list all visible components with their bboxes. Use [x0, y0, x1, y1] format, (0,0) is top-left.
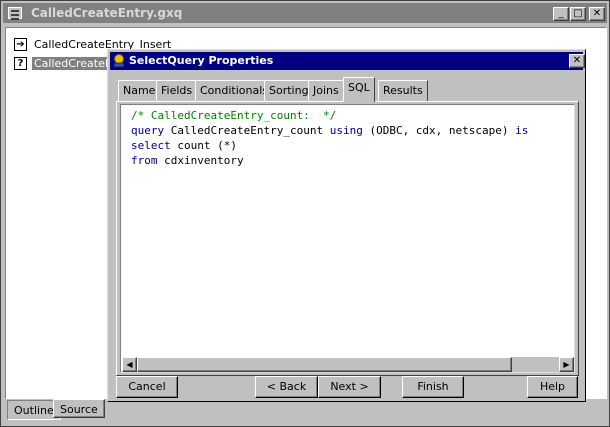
dialog-close-button[interactable]: ✕	[569, 54, 585, 68]
next-button[interactable]: Next >	[318, 376, 381, 398]
tab-fields[interactable]: Fields	[156, 80, 198, 101]
select-query-properties-dialog: SelectQuery Properties ✕ Name Fields Con…	[107, 49, 586, 402]
window-title: CalledCreateEntry.gxq	[31, 6, 183, 20]
sql-keyword-from: from	[131, 154, 158, 167]
maximize-button[interactable]: □	[570, 7, 586, 21]
back-button[interactable]: < Back	[255, 376, 318, 398]
finish-button[interactable]: Finish	[402, 376, 464, 398]
sql-keyword-is: is	[515, 124, 529, 137]
tab-name[interactable]: Name	[118, 80, 161, 101]
tree-item-count[interactable]: ? CalledCreateEn	[14, 55, 121, 71]
sql-select-expr: count (*)	[170, 139, 237, 152]
tab-joins[interactable]: Joins	[308, 80, 344, 101]
help-button[interactable]: Help	[527, 376, 578, 398]
tab-results[interactable]: Results	[378, 80, 428, 101]
sql-query-name: CalledCreateEntry_count	[164, 124, 330, 137]
scrollbar-thumb[interactable]	[137, 357, 512, 372]
scroll-left-button[interactable]: ◀	[122, 357, 137, 372]
window-menu-icon[interactable]	[8, 7, 22, 20]
scroll-right-button[interactable]: ▶	[559, 357, 574, 372]
sql-tab-panel: /* CalledCreateEntry_count: */ query Cal…	[116, 101, 579, 376]
window-title-bar[interactable]: CalledCreateEntry.gxq _ □ ✕	[3, 3, 607, 23]
query-icon: ?	[14, 56, 27, 70]
cancel-button[interactable]: Cancel	[116, 376, 178, 398]
sql-code: /* CalledCreateEntry_count: */ query Cal…	[131, 108, 528, 168]
minimize-button[interactable]: _	[553, 7, 569, 21]
dialog-title-bar[interactable]: SelectQuery Properties ✕	[110, 52, 585, 70]
sql-connection-args: (ODBC, cdx, netscape)	[362, 124, 516, 137]
sql-table-name: cdxinventory	[157, 154, 244, 167]
sql-keyword-query: query	[131, 124, 165, 137]
insert-query-icon: ➔	[14, 37, 27, 51]
sql-editor[interactable]: /* CalledCreateEntry_count: */ query Cal…	[120, 104, 575, 373]
tab-sorting[interactable]: Sorting	[264, 80, 314, 101]
tab-sql[interactable]: SQL	[343, 77, 375, 102]
sql-comment: /* CalledCreateEntry_count: */	[131, 109, 337, 122]
query-properties-icon	[113, 54, 125, 68]
sql-keyword-using: using	[329, 124, 363, 137]
tab-source[interactable]: Source	[53, 399, 105, 418]
close-button[interactable]: ✕	[589, 7, 605, 21]
horizontal-scrollbar[interactable]: ◀ ▶	[122, 357, 574, 372]
sql-keyword-select: select	[131, 139, 171, 152]
tab-conditionals[interactable]: Conditionals	[195, 80, 274, 101]
dialog-title: SelectQuery Properties	[129, 54, 274, 67]
